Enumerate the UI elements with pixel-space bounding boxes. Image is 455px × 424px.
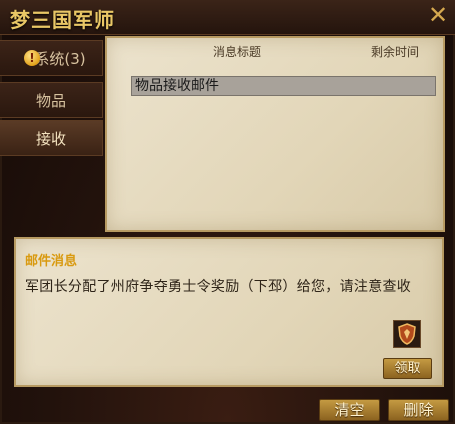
close-icon[interactable]: ✕ — [425, 2, 451, 28]
column-header-remaining-time: 剩余时间 — [371, 45, 420, 59]
clear-button[interactable]: 清空 — [319, 399, 380, 421]
reward-item-icon[interactable] — [393, 320, 421, 348]
delete-button[interactable]: 删除 — [388, 399, 449, 421]
message-panel: 邮件消息 军团长分配了州府争夺勇士令奖励（下邳）给您，请注意查收 领取 — [14, 237, 444, 387]
tab-received-label: 接收 — [35, 130, 66, 148]
tab-items[interactable]: 物品 — [0, 82, 103, 118]
alert-icon: ! — [24, 50, 40, 66]
mail-list-panel: 消息标题 剩余时间 物品接收邮件 — [105, 36, 445, 232]
window-title: 梦三国军师 — [10, 8, 115, 32]
tab-items-label: 物品 — [35, 92, 66, 110]
claim-button[interactable]: 领取 — [383, 358, 432, 379]
shield-badge-icon — [398, 323, 416, 345]
column-header-title: 消息标题 — [213, 45, 262, 59]
tab-system[interactable]: ! 系统(3) — [0, 40, 103, 76]
tab-received[interactable]: 接收 — [0, 120, 103, 156]
title-bar: 梦三国军师 ✕ — [0, 0, 455, 35]
message-heading: 邮件消息 — [25, 254, 78, 269]
mail-window: 梦三国军师 ✕ ! 系统(3) 物品 接收 消息标题 剩余时间 物品接收邮件 邮… — [0, 0, 455, 424]
mail-list-item[interactable]: 物品接收邮件 — [131, 76, 436, 96]
message-body: 军团长分配了州府争夺勇士令奖励（下邳）给您，请注意查收 — [25, 279, 412, 295]
mail-item-title: 物品接收邮件 — [135, 78, 219, 94]
